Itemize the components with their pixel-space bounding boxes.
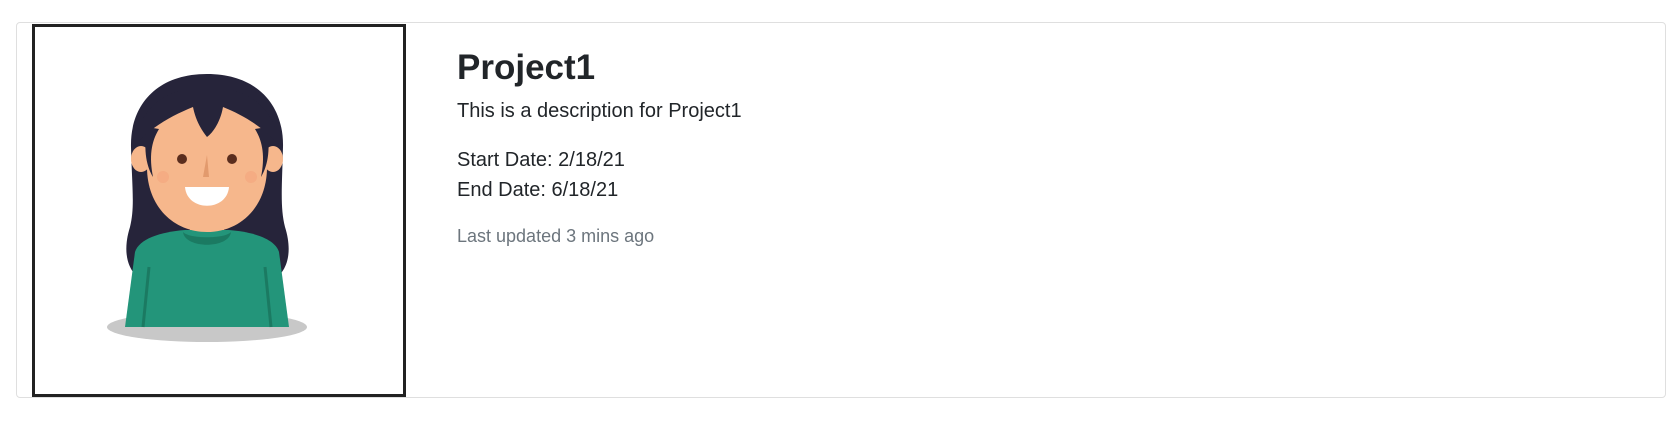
project-dates: Start Date: 2/18/21 End Date: 6/18/21 [457,145,1637,205]
card-body: Project1 This is a description for Proje… [457,47,1637,249]
woman-avatar-icon [107,74,307,342]
project-card: Project1 This is a description for Proje… [16,22,1666,398]
project-description: This is a description for Project1 [457,100,742,122]
project-avatar-frame [32,24,406,397]
project-title: Project1 [457,48,596,87]
end-date: End Date: 6/18/21 [457,179,619,201]
start-date: Start Date: 2/18/21 [457,149,625,171]
last-updated-text: Last updated 3 mins ago [457,226,655,246]
